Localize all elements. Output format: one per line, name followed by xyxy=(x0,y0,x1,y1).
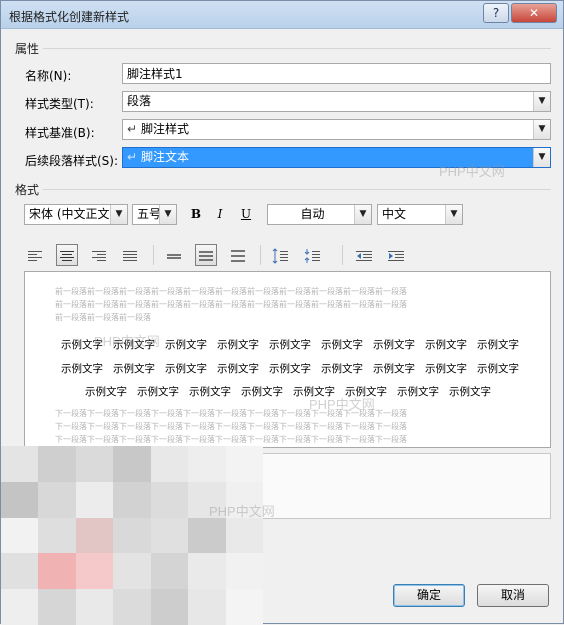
justify-icon[interactable] xyxy=(119,244,141,266)
chevron-down-icon[interactable]: ▼ xyxy=(533,92,550,111)
toolbar-separator xyxy=(342,245,343,265)
style-type-value: 段落 xyxy=(127,94,152,108)
pixelated-region xyxy=(1,446,263,625)
decrease-paragraph-spacing-icon[interactable] xyxy=(301,244,323,266)
single-spacing-icon[interactable] xyxy=(163,244,185,266)
style-type-dropdown[interactable]: 段落 ▼ xyxy=(122,91,551,112)
align-left-icon[interactable] xyxy=(24,244,46,266)
chevron-down-icon[interactable]: ▼ xyxy=(354,205,371,224)
previous-paragraph-text: 前一段落前一段落前一段落 xyxy=(55,313,151,322)
font-color-value: 自动 xyxy=(300,207,325,221)
next-para-label: 后续段落样式(S): xyxy=(25,154,119,168)
watermark-text: PHP中文网 xyxy=(94,334,160,349)
watermark-text: PHP中文网 xyxy=(439,164,505,179)
name-input[interactable] xyxy=(122,63,551,84)
one-half-spacing-icon[interactable] xyxy=(195,244,217,266)
style-based-label: 样式基准(B): xyxy=(25,126,95,140)
cancel-button[interactable]: 取消 xyxy=(477,584,549,607)
style-type-label: 样式类型(T): xyxy=(25,97,94,111)
toolbar-separator xyxy=(260,245,261,265)
italic-button[interactable]: I xyxy=(209,204,231,225)
previous-paragraph-text: 前一段落前一段落前一段落前一段落前一段落前一段落前一段落前一段落前一段落前一段落… xyxy=(55,300,407,309)
font-color-dropdown[interactable]: 自动 ▼ xyxy=(267,204,372,225)
properties-section-label: 属性 xyxy=(15,42,40,56)
ok-button[interactable]: 确定 xyxy=(393,584,465,607)
underline-button[interactable]: U xyxy=(235,204,257,225)
font-dropdown[interactable]: 宋体 (中文正文) ▼ xyxy=(24,204,128,225)
style-based-value: 脚注样式 xyxy=(141,122,190,136)
name-label: 名称(N): xyxy=(25,69,72,83)
align-right-icon[interactable] xyxy=(88,244,110,266)
style-based-dropdown[interactable]: ↵ 脚注样式 ▼ xyxy=(122,119,551,140)
increase-indent-icon[interactable] xyxy=(385,244,407,266)
toolbar-separator xyxy=(153,245,154,265)
next-para-value: 脚注文本 xyxy=(141,150,190,164)
font-size-dropdown[interactable]: 五号 ▼ xyxy=(132,204,177,225)
language-dropdown[interactable]: 中文 ▼ xyxy=(377,204,463,225)
next-paragraph-text: 下一段落下一段落下一段落下一段落下一段落下一段落下一段落下一段落下一段落下一段落… xyxy=(55,435,407,444)
chevron-down-icon[interactable]: ▼ xyxy=(533,120,550,139)
properties-divider xyxy=(43,48,551,49)
font-size-value: 五号 xyxy=(137,207,162,221)
watermark-text: PHP中文网 xyxy=(209,504,275,519)
chevron-down-icon[interactable]: ▼ xyxy=(533,148,550,167)
sample-text-line: 示例文字 示例文字 示例文字 示例文字 示例文字 示例文字 示例文字 示例文字 示例文字 xyxy=(61,363,519,375)
new-style-dialog: 根据格式化创建新样式 ? ✕ 属性 名称(N): 样式类型(T): 段落 ▼ 样… xyxy=(0,0,564,625)
dialog-title: 根据格式化创建新样式 xyxy=(9,10,130,24)
paragraph-mark-icon: ↵ xyxy=(127,150,138,164)
title-bar: 根据格式化创建新样式 ? ✕ xyxy=(1,1,563,29)
increase-paragraph-spacing-icon[interactable] xyxy=(269,244,291,266)
paragraph-mark-icon: ↵ xyxy=(127,122,138,136)
format-divider xyxy=(43,189,551,190)
help-button[interactable]: ? xyxy=(483,3,509,23)
watermark-text: PHP中文网 xyxy=(309,397,375,412)
chevron-down-icon[interactable]: ▼ xyxy=(110,205,127,224)
bold-button[interactable]: B xyxy=(185,204,207,225)
next-paragraph-text: 下一段落下一段落下一段落下一段落下一段落下一段落下一段落下一段落下一段落下一段落… xyxy=(55,422,407,431)
chevron-down-icon[interactable]: ▼ xyxy=(159,205,176,224)
double-spacing-icon[interactable] xyxy=(227,244,249,266)
style-preview: 前一段落前一段落前一段落前一段落前一段落前一段落前一段落前一段落前一段落前一段落… xyxy=(24,271,551,448)
chevron-down-icon[interactable]: ▼ xyxy=(445,205,462,224)
align-center-icon[interactable] xyxy=(56,244,78,266)
font-value: 宋体 (中文正文) xyxy=(29,207,115,221)
next-paragraph-text: 下一段落下一段落下一段落下一段落下一段落下一段落下一段落下一段落下一段落下一段落… xyxy=(55,409,407,418)
decrease-indent-icon[interactable] xyxy=(353,244,375,266)
language-value: 中文 xyxy=(382,207,407,221)
sample-text-line: 示例文字 示例文字 示例文字 示例文字 示例文字 示例文字 示例文字 示例文字 xyxy=(85,386,491,398)
close-button[interactable]: ✕ xyxy=(511,3,557,23)
previous-paragraph-text: 前一段落前一段落前一段落前一段落前一段落前一段落前一段落前一段落前一段落前一段落… xyxy=(55,287,407,296)
format-section-label: 格式 xyxy=(15,183,40,197)
